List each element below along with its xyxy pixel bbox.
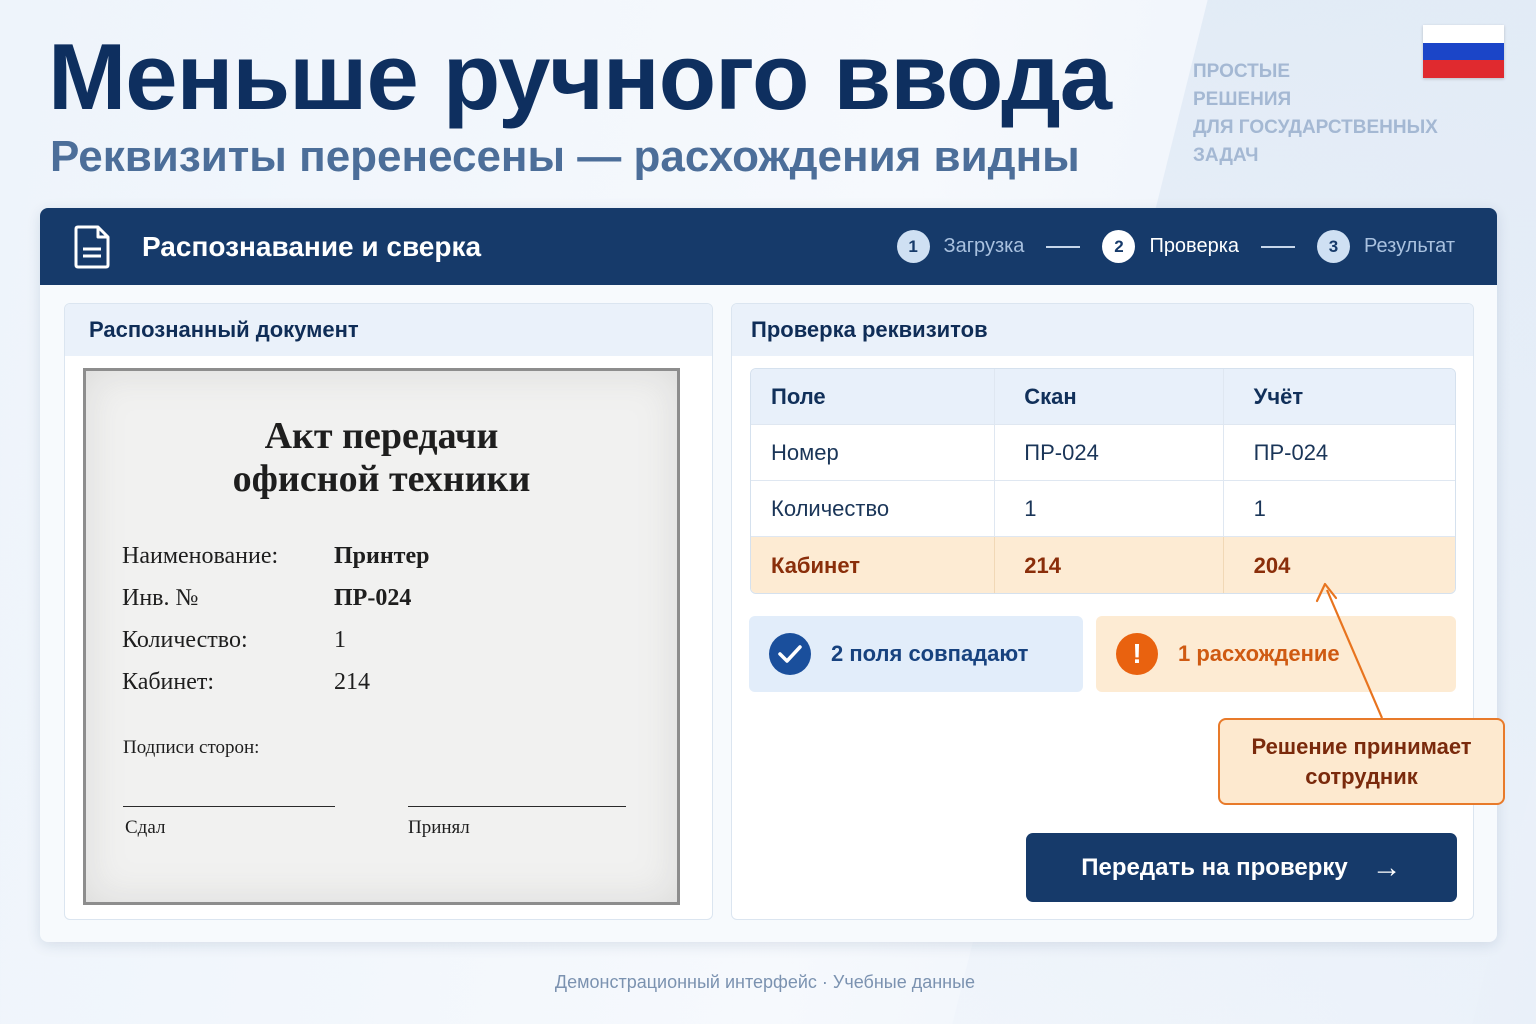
- step-label: Проверка: [1149, 235, 1240, 257]
- app-title: Распознавание и сверка: [142, 230, 482, 262]
- step-upload[interactable]: 1 Загрузка: [896, 230, 1025, 263]
- cell-field: Кабинет: [751, 537, 996, 593]
- document-title: Акт передачи офисной техники: [86, 415, 677, 501]
- document-field-value: 214: [334, 669, 370, 695]
- step-label: Загрузка: [943, 235, 1025, 257]
- step-number: 1: [896, 230, 930, 263]
- column-header-field: Поле: [751, 369, 996, 424]
- tagline-line: ДЛЯ ГОСУДАРСТВЕННЫХ: [1193, 117, 1438, 138]
- footer-note: Демонстрационный интерфейс · Учебные дан…: [554, 972, 976, 992]
- cell-field: Количество: [751, 481, 996, 536]
- tagline-line: РЕШЕНИЯ: [1193, 89, 1292, 110]
- signature-line: [123, 806, 335, 807]
- document-field-value: 1: [334, 627, 346, 653]
- step-number: 3: [1317, 230, 1351, 263]
- document-icon: [74, 225, 110, 268]
- cell-record: ПР-024: [1253, 439, 1329, 465]
- flag-stripe-white: [1423, 25, 1504, 43]
- cell-field: Номер: [751, 425, 996, 480]
- cell-scan: ПР-024: [995, 425, 1224, 480]
- step-result[interactable]: 3 Результат: [1317, 230, 1455, 263]
- signature-line: [408, 806, 626, 807]
- warning-icon: !: [1116, 633, 1158, 675]
- document-field-label: Кабинет:: [122, 669, 215, 695]
- document-field-label: Инв. №: [122, 585, 199, 611]
- document-field-value: ПР-024: [334, 585, 412, 611]
- tagline: ПРОСТЫЕ РЕШЕНИЯ ДЛЯ ГОСУДАРСТВЕННЫХ ЗАДА…: [1193, 58, 1438, 170]
- document-field-label: Наименование:: [122, 543, 279, 569]
- stepper: 1 Загрузка 2 Проверка 3 Результат: [896, 208, 1455, 285]
- document-title-line: Акт передачи: [264, 415, 499, 457]
- document-field-label: Количество:: [122, 627, 248, 653]
- table-row[interactable]: Количество 1 1: [751, 481, 1455, 537]
- match-summary-text: 2 поля совпадают: [831, 641, 1029, 666]
- flag-stripe-blue: [1423, 42, 1504, 61]
- step-label: Результат: [1364, 235, 1455, 257]
- check-icon: [769, 633, 811, 675]
- cell-record: 1: [1253, 495, 1266, 521]
- submit-button-label: Передать на проверку: [1081, 853, 1348, 881]
- app-card: Распознавание и сверка 1 Загрузка 2 Пров…: [40, 208, 1497, 942]
- submit-for-review-button[interactable]: Передать на проверку →: [1026, 833, 1457, 902]
- mismatch-summary-badge: ! 1 расхождение: [1096, 616, 1456, 692]
- table-row[interactable]: Номер ПР-024 ПР-024: [751, 425, 1455, 481]
- match-summary-badge: 2 поля совпадают: [749, 616, 1083, 692]
- flag-stripe-red: [1423, 60, 1504, 78]
- requisites-table: Поле Скан Учёт Номер ПР-024 ПР-024 Колич…: [750, 368, 1456, 594]
- panel-title: Проверка реквизитов: [732, 304, 1473, 356]
- hero-title: Меньше ручного ввода: [48, 24, 1112, 129]
- callout-line: Решение принимает: [1251, 733, 1472, 759]
- tagline-line: ЗАДАЧ: [1193, 145, 1259, 166]
- cell-scan: 1: [995, 481, 1224, 536]
- recognized-document-panel: Распознанный документ Акт передачи офисн…: [64, 303, 713, 920]
- column-header-scan: Скан: [995, 369, 1224, 424]
- callout-line: сотрудник: [1305, 763, 1418, 789]
- scanned-document: Акт передачи офисной техники Наименовани…: [83, 368, 680, 905]
- panel-title: Распознанный документ: [65, 304, 712, 356]
- arrow-right-icon: →: [1371, 850, 1402, 884]
- hero-subtitle: Реквизиты перенесены — расхождения видны: [50, 132, 1080, 181]
- document-field-value: Принтер: [334, 543, 430, 569]
- step-connector: [1261, 245, 1296, 248]
- tagline-line: ПРОСТЫЕ: [1193, 61, 1290, 82]
- callout-arrow-icon: [1315, 582, 1384, 719]
- signer-left-label: Сдал: [125, 817, 166, 838]
- app-header: Распознавание и сверка 1 Загрузка 2 Пров…: [40, 208, 1497, 285]
- decision-callout: Решение принимает сотрудник: [1218, 718, 1505, 805]
- signatures-label: Подписи сторон:: [123, 737, 260, 758]
- column-header-record: Учёт: [1253, 383, 1304, 409]
- step-connector: [1046, 245, 1081, 248]
- cell-scan: 214: [995, 537, 1224, 593]
- signer-right-label: Принял: [408, 817, 470, 838]
- step-number: 2: [1102, 230, 1136, 263]
- document-title-line: офисной техники: [232, 458, 531, 500]
- table-header-row: Поле Скан Учёт: [751, 369, 1455, 425]
- russia-flag-icon: [1423, 25, 1504, 78]
- step-review[interactable]: 2 Проверка: [1102, 230, 1239, 263]
